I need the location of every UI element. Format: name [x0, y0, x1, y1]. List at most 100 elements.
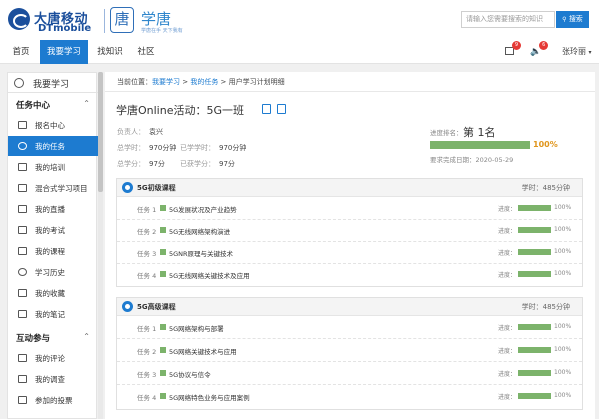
task-name[interactable]: 5G网络关键技术与应用: [169, 346, 237, 356]
sidebar-scrollbar[interactable]: [98, 72, 103, 419]
search-icon: ⚲: [562, 16, 567, 23]
learned-time-label: 已学学时：: [180, 144, 215, 152]
task-name[interactable]: 5GNR原理与关键技术: [169, 248, 233, 258]
nav-community[interactable]: 社区: [133, 40, 159, 64]
task-name[interactable]: 5G协议与信令: [169, 369, 211, 379]
task-progress-percent: 100%: [554, 392, 572, 399]
activity-title: 学唐Online活动：5G一班: [116, 104, 245, 117]
progress-label: 进度：: [498, 348, 517, 355]
task-progress-bar: [518, 370, 551, 376]
total-credits-label: 总学分：: [117, 160, 145, 168]
task-progress-bar: [518, 324, 551, 330]
breadcrumb-sep: >: [180, 78, 191, 86]
course-panel-advanced: 5G高级课程 学时：485分钟 任务 1 5G网络架构与部署 进度： 100% 任务 …: [116, 297, 583, 410]
sidebar-item-label: 我的调查: [35, 375, 65, 384]
leader-label: 负责人：: [117, 128, 145, 136]
section-label: 任务中心: [16, 101, 51, 111]
task-row[interactable]: 任务 3 5G协议与信令 进度： 100%: [117, 363, 582, 385]
breadcrumb: 当前位置：我要学习 > 我的任务 > 用户学习计划明细: [117, 77, 285, 87]
rank-label: 进度排名：: [430, 129, 463, 137]
sidebar-header[interactable]: 我要学习: [8, 73, 98, 93]
blended-icon: [18, 184, 27, 192]
task-row[interactable]: 任务 4 5G网络特色业务与应用案例 进度： 100%: [117, 386, 582, 408]
task-progress-fill: [518, 393, 551, 399]
progress-label: 进度：: [498, 272, 517, 279]
course-panel-header: 5G高级课程 学时：485分钟: [117, 298, 582, 316]
task-name[interactable]: 5G网络特色业务与应用案例: [169, 392, 250, 402]
breadcrumb-prefix: 当前位置：: [117, 78, 152, 86]
task-name[interactable]: 5G无线网络关键技术及应用: [169, 270, 250, 280]
task-icon: [160, 370, 166, 376]
task-name[interactable]: 5G无线网络架构演进: [169, 226, 230, 236]
task-name[interactable]: 5G发展状况及产业趋势: [169, 204, 237, 214]
task-row[interactable]: 任务 2 5G无线网络架构演进 进度： 100%: [117, 220, 582, 242]
notice-button[interactable]: 🔈 6: [530, 40, 549, 64]
earned-credits-value: 97分: [219, 160, 235, 168]
course-title[interactable]: 5G初级课程: [137, 183, 176, 193]
progress-label: 进度：: [498, 371, 517, 378]
search-button-label: 搜索: [568, 15, 583, 23]
search-input[interactable]: 请输入您需要搜索的知识: [461, 11, 555, 28]
breadcrumb-sep: >: [218, 78, 229, 86]
qrcode-icon[interactable]: [277, 104, 286, 114]
task-row[interactable]: 任务 1 5G发展状况及产业趋势 进度： 100%: [117, 198, 582, 220]
company-name-en: DTmobile: [38, 23, 92, 34]
sidebar-item-label: 我的培训: [35, 163, 65, 172]
total-time-info: 总学时： 970分钟: [117, 143, 176, 153]
sidebar-item-signup[interactable]: 报名中心: [8, 115, 98, 135]
sidebar-item-votes[interactable]: 参加的投票: [8, 390, 98, 410]
sidebar-item-label: 我的任务: [35, 142, 65, 151]
document-icon[interactable]: [262, 104, 271, 114]
sidebar-item-label: 混合式学习项目: [35, 184, 88, 193]
sidebar-item-label: 学习历史: [35, 268, 65, 277]
sidebar-item-label: 我的评论: [35, 354, 65, 363]
sidebar-item-label: 我的收藏: [35, 289, 65, 298]
scroll-thumb[interactable]: [98, 72, 103, 192]
task-row[interactable]: 任务 3 5GNR原理与关键技术 进度： 100%: [117, 242, 582, 264]
section-task-center[interactable]: 任务中心 ⌃: [8, 96, 98, 114]
dtmobile-logo-icon[interactable]: [8, 8, 30, 30]
course-title[interactable]: 5G高级课程: [137, 302, 176, 312]
nav-home[interactable]: 首页: [8, 40, 34, 64]
sidebar-item-exams[interactable]: 我的考试: [8, 220, 98, 240]
location-pin-icon: [122, 301, 133, 312]
task-progress-bar: [518, 227, 551, 233]
task-number: 任务 4: [137, 394, 157, 402]
nav-learn[interactable]: 我要学习: [40, 40, 88, 64]
section-interaction[interactable]: 互动参与 ⌃: [8, 329, 98, 347]
task-name[interactable]: 5G网络架构与部署: [169, 323, 224, 333]
sidebar-item-favorites[interactable]: 我的收藏: [8, 283, 98, 303]
breadcrumb-link-tasks[interactable]: 我的任务: [190, 78, 218, 86]
section-label: 互动参与: [16, 334, 51, 344]
search-button[interactable]: ⚲ 搜索: [556, 11, 589, 28]
sidebar-item-notes[interactable]: 我的笔记: [8, 304, 98, 324]
user-menu[interactable]: 张玲丽 ▾: [562, 40, 592, 64]
sidebar-item-comments[interactable]: 我的评论: [8, 348, 98, 368]
sidebar-item-training[interactable]: 我的培训: [8, 157, 98, 177]
task-row[interactable]: 任务 1 5G网络架构与部署 进度： 100%: [117, 317, 582, 339]
task-row[interactable]: 任务 2 5G网络关键技术与应用 进度： 100%: [117, 340, 582, 362]
sidebar-item-history[interactable]: 学习历史: [8, 262, 98, 282]
task-icon: [160, 227, 166, 233]
star-icon: [18, 289, 27, 297]
clock-icon: [18, 268, 27, 276]
sidebar-item-blended[interactable]: 混合式学习项目: [8, 178, 98, 198]
task-row[interactable]: 任务 4 5G无线网络关键技术及应用 进度： 100%: [117, 264, 582, 286]
message-button[interactable]: 9: [505, 40, 521, 64]
course-panel-header: 5G初级课程 学时：485分钟: [117, 179, 582, 197]
sidebar: 我要学习 任务中心 ⌃ 报名中心 我的任务 我的培训 混合式学习项目 我的直播 …: [7, 72, 98, 419]
xuetang-logo-icon[interactable]: 唐: [110, 7, 134, 33]
learned-time-value: 970分钟: [219, 144, 247, 152]
breadcrumb-link-learn[interactable]: 我要学习: [152, 78, 180, 86]
sidebar-item-surveys[interactable]: 我的调查: [8, 369, 98, 389]
sidebar-item-my-tasks[interactable]: 我的任务: [8, 136, 98, 156]
learn-icon: [14, 78, 24, 88]
total-time-value: 970分钟: [149, 144, 177, 152]
nav-find-knowledge[interactable]: 找知识: [93, 40, 127, 64]
sidebar-item-courses[interactable]: 我的课程: [8, 241, 98, 261]
course-hours-value: 485分钟: [542, 303, 570, 311]
deadline-value: 2020-05-29: [475, 156, 514, 164]
task-progress-percent: 100%: [554, 204, 572, 211]
task-icon: [160, 271, 166, 277]
sidebar-item-live[interactable]: 我的直播: [8, 199, 98, 219]
